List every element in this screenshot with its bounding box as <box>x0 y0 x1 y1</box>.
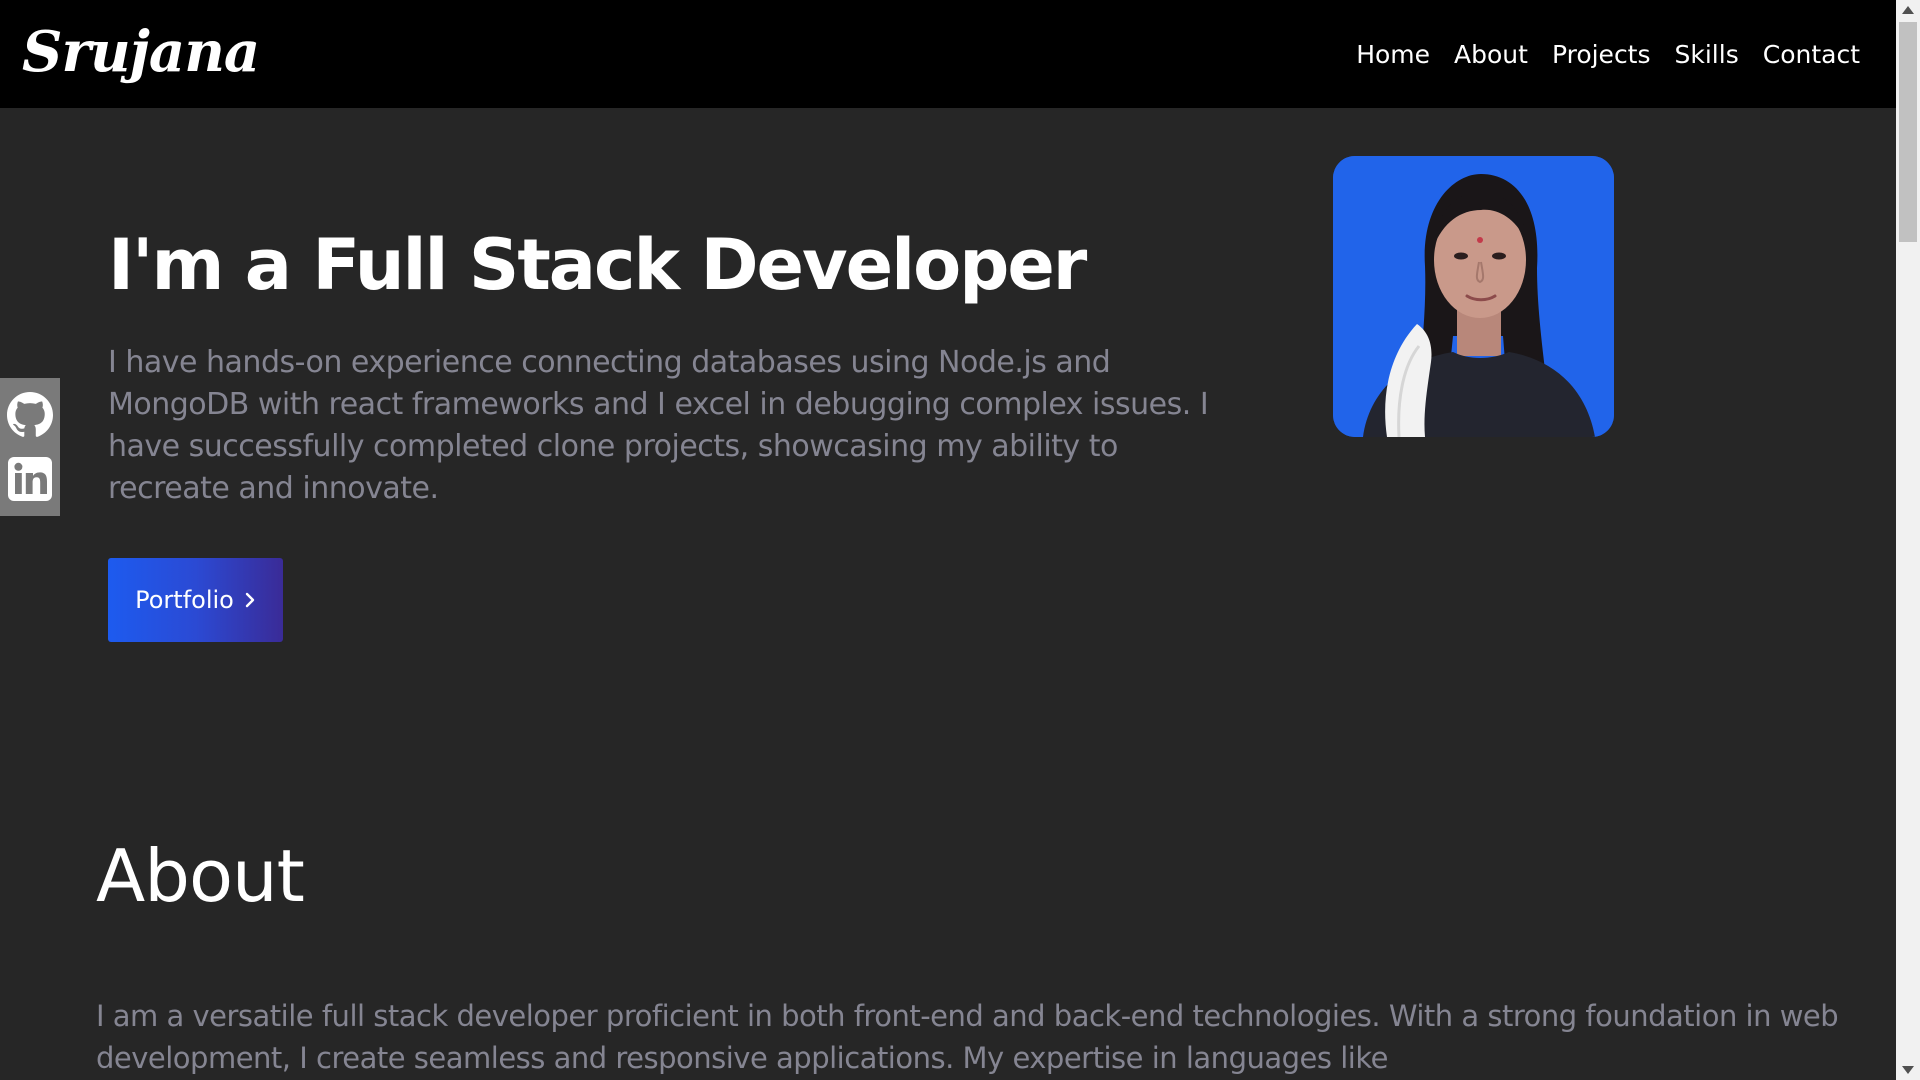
nav-link-projects[interactable]: Projects <box>1552 40 1651 69</box>
nav-link-about[interactable]: About <box>1454 40 1528 69</box>
nav-menu: Home About Projects Skills Contact <box>1356 0 1860 108</box>
github-icon[interactable] <box>6 391 54 439</box>
navbar: Srujana Home About Projects Skills Conta… <box>0 0 1896 108</box>
scroll-up-icon[interactable] <box>1902 6 1914 14</box>
scrollbar-thumb[interactable] <box>1899 22 1917 242</box>
hero-description: I have hands-on experience connecting da… <box>108 345 1209 506</box>
about-heading: About <box>96 834 305 918</box>
page: Srujana Home About Projects Skills Conta… <box>0 0 1920 1080</box>
portfolio-button[interactable]: Portfolio <box>108 558 283 642</box>
page-scrollbar[interactable] <box>1896 0 1920 1080</box>
portfolio-button-label: Portfolio <box>135 586 234 614</box>
social-sidebar <box>0 378 60 516</box>
nav-link-home[interactable]: Home <box>1356 40 1430 69</box>
hero-title: I'm a Full Stack Developer <box>108 224 1087 306</box>
chevron-right-icon <box>245 592 255 608</box>
nav-link-skills[interactable]: Skills <box>1675 40 1739 69</box>
scroll-down-icon[interactable] <box>1902 1066 1914 1074</box>
nav-link-contact[interactable]: Contact <box>1763 40 1860 69</box>
brand-logo[interactable]: Srujana <box>22 12 260 92</box>
about-description: I am a versatile full stack developer pr… <box>96 999 1839 1075</box>
profile-portrait <box>1333 156 1614 437</box>
linkedin-icon[interactable] <box>6 455 54 503</box>
profile-photo <box>1333 156 1614 437</box>
